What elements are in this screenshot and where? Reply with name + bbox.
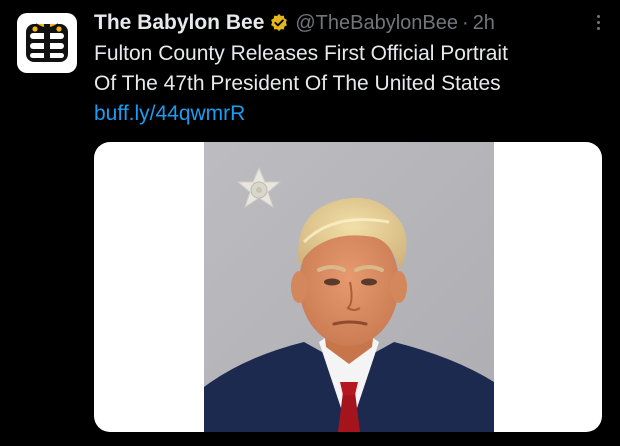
tweet-header: The Babylon Bee @TheBabylonBee · 2h [94, 8, 610, 38]
author-display-name[interactable]: The Babylon Bee [94, 11, 264, 35]
separator-dot: · [462, 11, 469, 34]
tweet-link[interactable]: buff.ly/44qwmrR [94, 99, 604, 129]
babylon-bee-logo-icon [26, 23, 68, 62]
tweet-text-line-1: Fulton County Releases First Official Po… [94, 42, 508, 65]
tweet-text: Fulton County Releases First Official Po… [94, 39, 604, 129]
timestamp[interactable]: 2h [473, 12, 495, 35]
avatar[interactable] [17, 13, 77, 73]
mugshot-photo[interactable] [204, 142, 494, 432]
verified-badge-icon[interactable] [269, 13, 289, 33]
more-options-icon[interactable] [586, 8, 610, 36]
author-handle[interactable]: @TheBabylonBee [295, 12, 458, 35]
tweet-text-line-2: Of The 47th President Of The United Stat… [94, 72, 501, 95]
media-card[interactable] [94, 142, 602, 432]
